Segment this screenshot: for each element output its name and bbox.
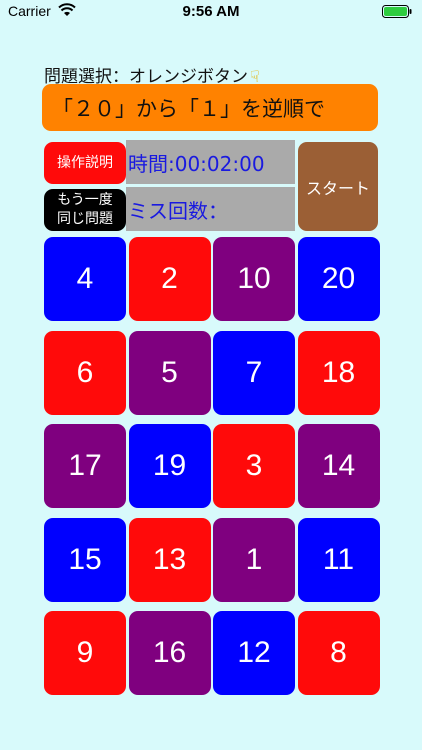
number-tile-10[interactable]: 10 — [213, 237, 295, 321]
number-tile-13[interactable]: 13 — [128, 517, 211, 602]
timer-display: 時間:00:02:00 — [126, 140, 295, 184]
retry-same-problem-button[interactable]: もう一度 同じ問題 — [44, 189, 126, 231]
help-button-label: 操作説明 — [57, 154, 113, 171]
number-tile-4[interactable]: 4 — [44, 237, 126, 321]
number-tile-3[interactable]: 3 — [213, 424, 295, 508]
status-bar: Carrier 9:56 AM — [0, 0, 422, 24]
number-tile-16[interactable]: 16 — [128, 611, 211, 695]
problem-select-button[interactable]: 「２０」から「１」を逆順で — [42, 84, 378, 131]
retry-label-line2: 同じ問題 — [57, 211, 113, 227]
number-tile-15[interactable]: 15 — [44, 517, 126, 602]
number-tile-14[interactable]: 14 — [297, 424, 380, 508]
number-tile-18[interactable]: 18 — [297, 330, 380, 415]
number-tile-17[interactable]: 17 — [44, 424, 126, 508]
number-tile-5[interactable]: 5 — [128, 330, 211, 415]
problem-text: 「２０」から「１」を逆順で — [52, 96, 325, 121]
status-time: 9:56 AM — [182, 3, 240, 20]
number-tile-1[interactable]: 1 — [213, 517, 295, 602]
number-tile-19[interactable]: 19 — [128, 424, 211, 508]
number-tile-7[interactable]: 7 — [213, 330, 295, 415]
help-button[interactable]: 操作説明 — [44, 142, 126, 184]
number-tile-12[interactable]: 12 — [213, 611, 295, 695]
start-button-label: スタート — [305, 178, 370, 198]
number-tile-20[interactable]: 20 — [297, 237, 380, 321]
battery-icon — [382, 5, 412, 18]
number-tile-8[interactable]: 8 — [297, 611, 380, 695]
miss-count-display: ミス回数： — [126, 187, 295, 231]
start-button[interactable]: スタート — [298, 142, 378, 231]
number-tile-2[interactable]: 2 — [128, 237, 211, 321]
number-tile-9[interactable]: 9 — [44, 611, 126, 695]
number-tile-11[interactable]: 11 — [297, 517, 380, 602]
timer-text: 時間:00:02:00 — [128, 151, 265, 176]
miss-count-text: ミス回数： — [128, 198, 228, 223]
retry-label-line1: もう一度 — [57, 192, 113, 208]
number-tile-6[interactable]: 6 — [44, 330, 126, 415]
